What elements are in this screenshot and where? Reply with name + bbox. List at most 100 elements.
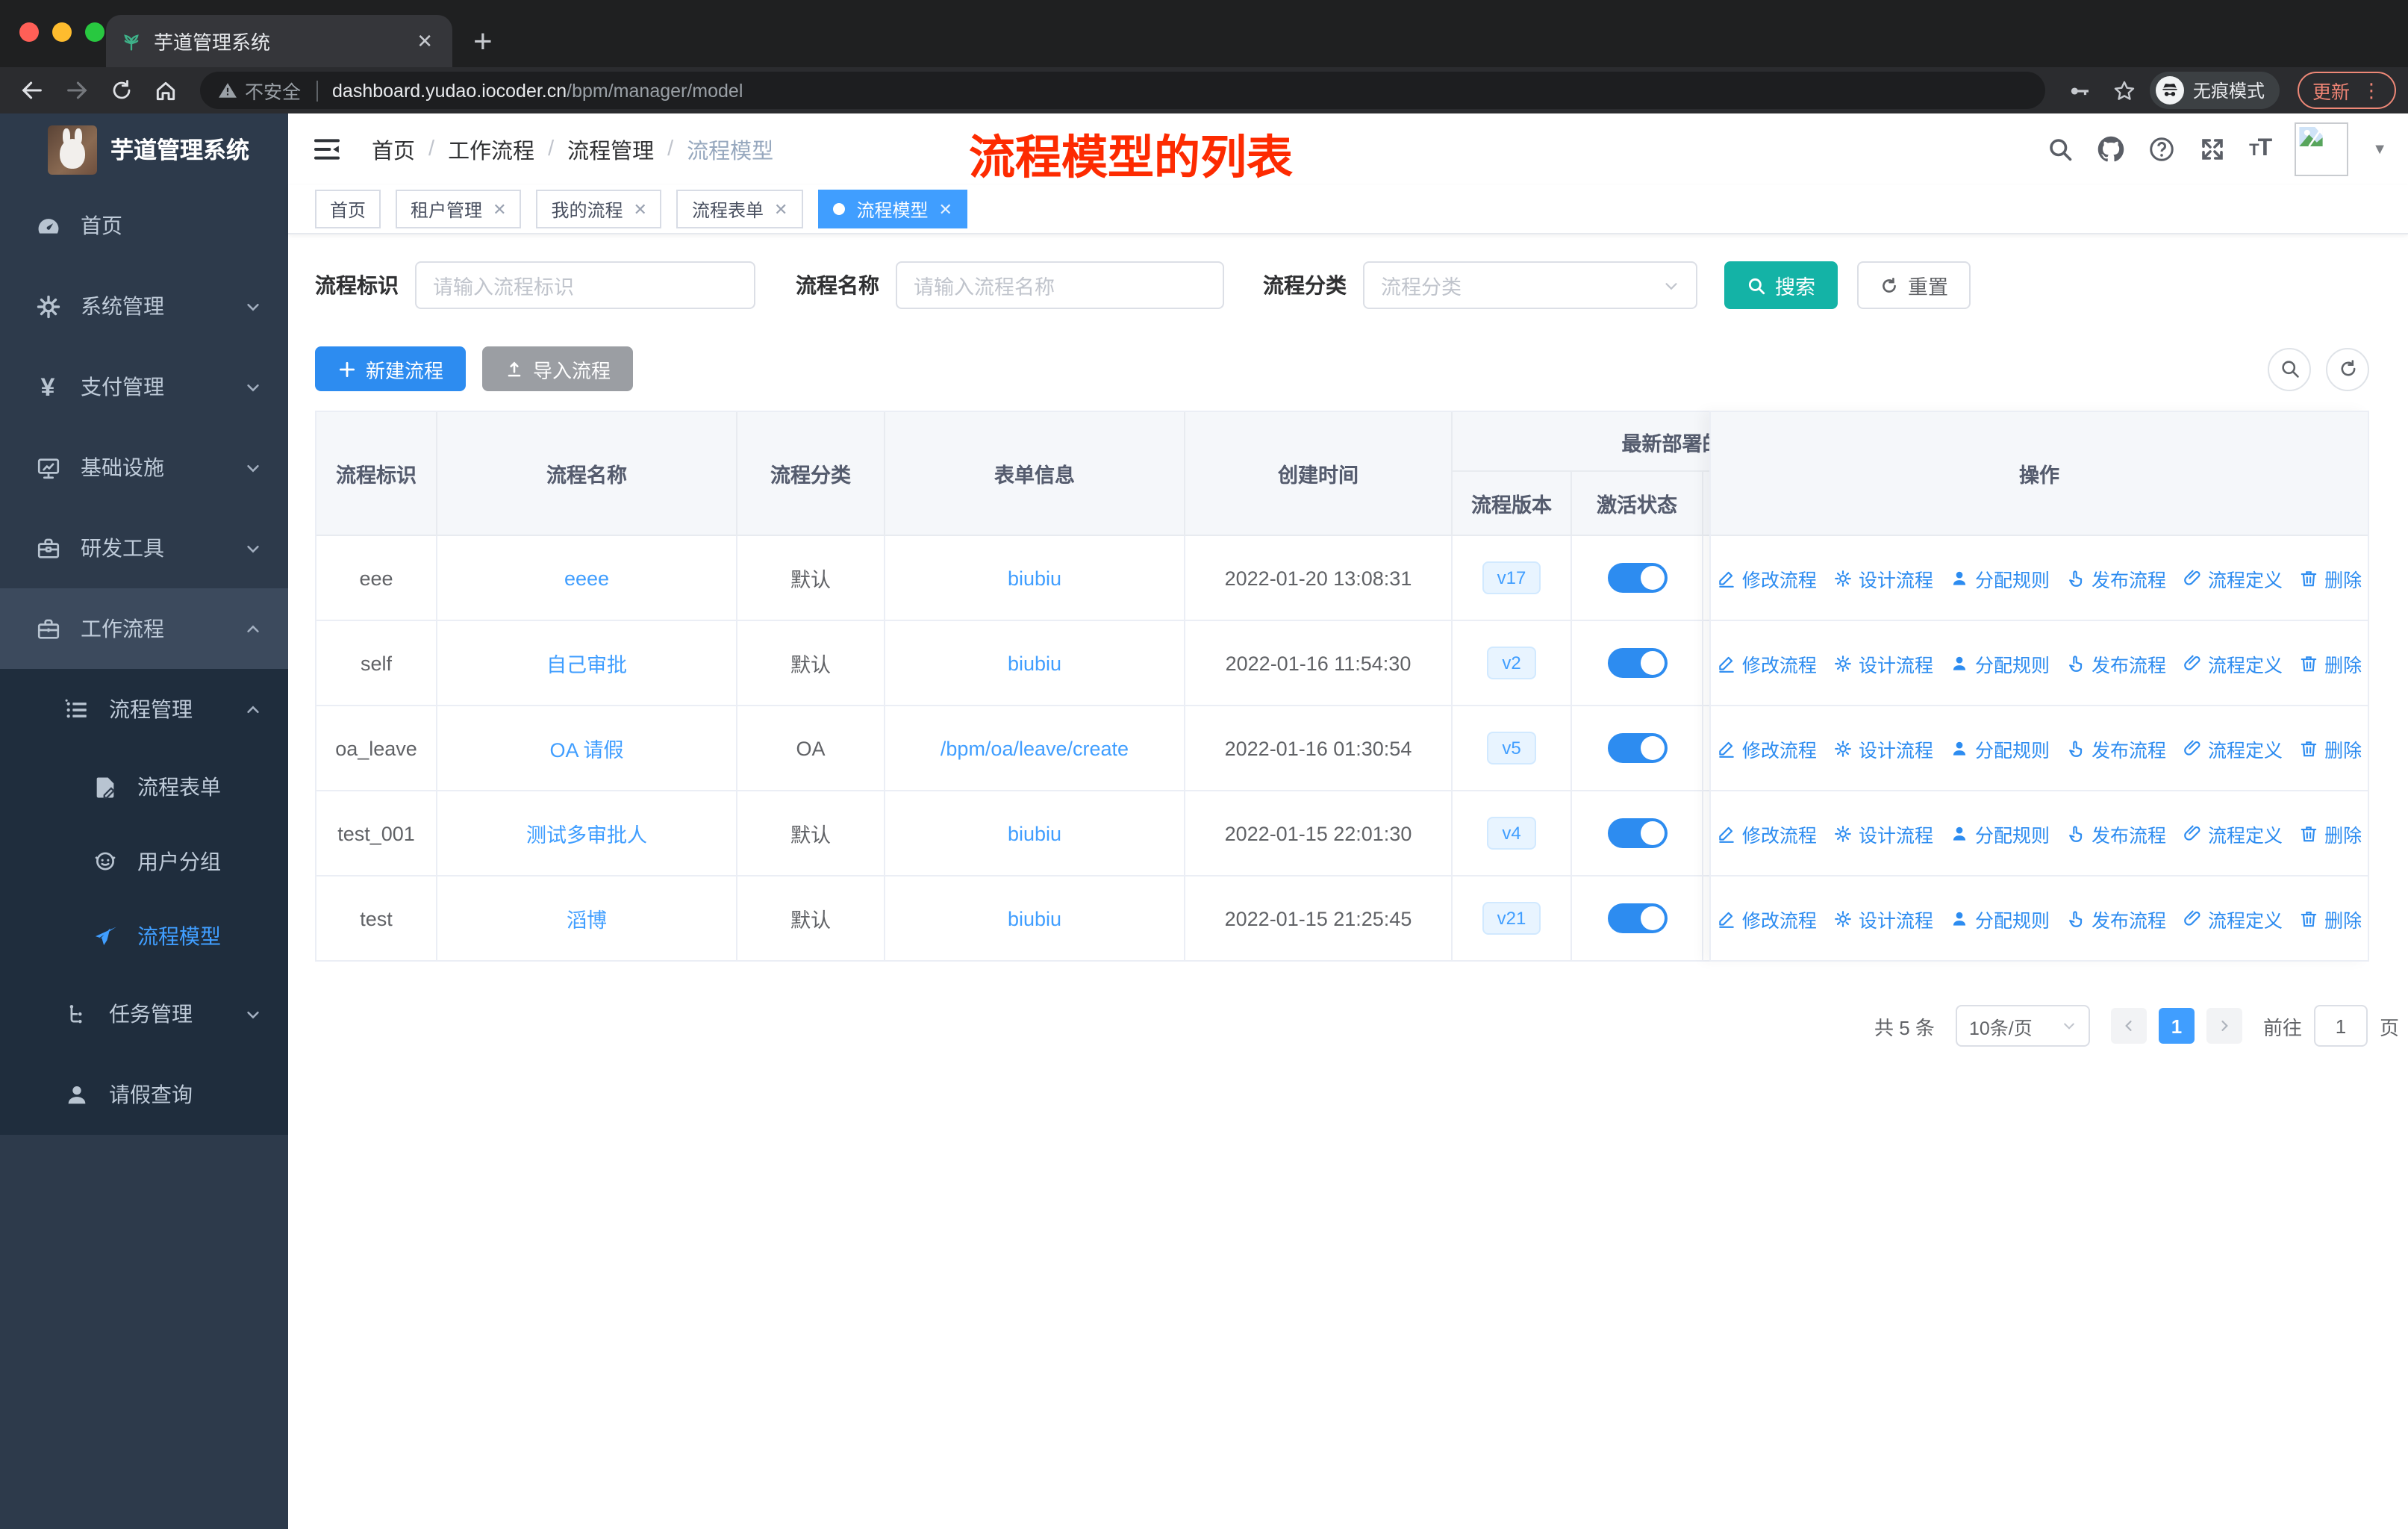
action-edit-link[interactable]: 修改流程 <box>1717 564 1817 592</box>
active-toggle[interactable] <box>1607 903 1667 933</box>
process-name-link[interactable]: eeee <box>564 567 609 589</box>
process-name-input[interactable]: 请输入流程名称 <box>896 261 1224 309</box>
action-design-gear-link[interactable]: 设计流程 <box>1833 564 1933 592</box>
action-publish-hand-link[interactable]: 发布流程 <box>2066 564 2166 592</box>
create-process-button[interactable]: 新建流程 <box>315 346 467 391</box>
process-id-input[interactable]: 请输入流程标识 <box>415 261 755 309</box>
tag-close-icon[interactable]: ✕ <box>774 199 787 219</box>
form-link[interactable]: /bpm/oa/leave/create <box>941 737 1129 759</box>
form-link[interactable]: biubiu <box>1008 822 1061 844</box>
refresh-table-button[interactable] <box>2326 347 2369 390</box>
fullscreen-icon[interactable] <box>2198 136 2225 163</box>
update-button[interactable]: 更新 ⋮ <box>2297 72 2396 109</box>
action-publish-hand-link[interactable]: 发布流程 <box>2066 734 2166 762</box>
process-name-link[interactable]: 自己审批 <box>546 648 627 678</box>
action-delete-trash-link[interactable]: 删除 <box>2299 904 2362 932</box>
search-button[interactable]: 搜索 <box>1724 261 1838 309</box>
tag-close-icon[interactable]: ✕ <box>938 199 952 219</box>
browser-tab[interactable]: 芋道管理系统 ✕ <box>106 15 452 67</box>
action-definition-clip-link[interactable]: 流程定义 <box>2183 564 2283 592</box>
action-definition-clip-link[interactable]: 流程定义 <box>2183 649 2283 677</box>
active-toggle[interactable] <box>1607 563 1667 593</box>
action-design-gear-link[interactable]: 设计流程 <box>1833 649 1933 677</box>
process-name-link[interactable]: OA 请假 <box>549 733 623 763</box>
tag-item[interactable]: 流程表单 ✕ <box>676 190 803 228</box>
action-assign-user-link[interactable]: 分配规则 <box>1950 819 2050 847</box>
security-warning[interactable]: 不安全 <box>218 76 301 105</box>
sidebar-item-task[interactable]: 任务管理 <box>0 974 288 1054</box>
current-page[interactable]: 1 <box>2158 1008 2195 1044</box>
action-publish-hand-link[interactable]: 发布流程 <box>2066 649 2166 677</box>
action-definition-clip-link[interactable]: 流程定义 <box>2183 734 2283 762</box>
action-publish-hand-link[interactable]: 发布流程 <box>2066 819 2166 847</box>
process-name-link[interactable]: 测试多审批人 <box>526 818 647 848</box>
action-assign-user-link[interactable]: 分配规则 <box>1950 904 2050 932</box>
close-window-button[interactable] <box>19 22 39 42</box>
forward-icon[interactable] <box>57 71 96 110</box>
form-link[interactable]: biubiu <box>1008 567 1061 589</box>
sidebar-item-monitor[interactable]: 基础设施 <box>0 427 288 508</box>
key-icon[interactable] <box>2068 78 2092 102</box>
sidebar-item-gear[interactable]: 系统管理 <box>0 266 288 346</box>
action-definition-clip-link[interactable]: 流程定义 <box>2183 819 2283 847</box>
tab-close-icon[interactable]: ✕ <box>412 29 437 53</box>
sidebar-item-group[interactable]: 用户分组 <box>0 824 288 899</box>
version-badge[interactable]: v21 <box>1482 902 1541 935</box>
tag-item[interactable]: 我的流程 ✕ <box>536 190 662 228</box>
tag-item[interactable]: 租户管理 ✕ <box>396 190 522 228</box>
font-size-icon[interactable]: TT <box>2249 136 2272 163</box>
process-category-select[interactable]: 流程分类 <box>1363 261 1697 309</box>
version-badge[interactable]: v5 <box>1487 732 1536 764</box>
bookmark-star-icon[interactable] <box>2112 78 2136 102</box>
action-delete-trash-link[interactable]: 删除 <box>2299 734 2362 762</box>
next-page-button[interactable] <box>2206 1008 2242 1044</box>
tag-item[interactable]: 首页 <box>315 190 381 228</box>
new-tab-button[interactable]: + <box>473 22 493 61</box>
form-link[interactable]: biubiu <box>1008 652 1061 674</box>
sidebar-item-dashboard[interactable]: 首页 <box>0 185 288 266</box>
active-toggle[interactable] <box>1607 733 1667 763</box>
sidebar-item-form[interactable]: 流程表单 <box>0 750 288 824</box>
sidebar-item-model[interactable]: 流程模型 <box>0 899 288 974</box>
collapse-sidebar-icon[interactable] <box>312 134 342 164</box>
action-delete-trash-link[interactable]: 删除 <box>2299 819 2362 847</box>
import-process-button[interactable]: 导入流程 <box>482 346 634 391</box>
zoom-window-button[interactable] <box>85 22 105 42</box>
action-definition-clip-link[interactable]: 流程定义 <box>2183 904 2283 932</box>
active-toggle[interactable] <box>1607 648 1667 678</box>
action-design-gear-link[interactable]: 设计流程 <box>1833 819 1933 847</box>
search-icon[interactable] <box>2046 136 2073 163</box>
action-edit-link[interactable]: 修改流程 <box>1717 904 1817 932</box>
avatar-caret-icon[interactable]: ▼ <box>2372 141 2387 158</box>
action-edit-link[interactable]: 修改流程 <box>1717 734 1817 762</box>
action-edit-link[interactable]: 修改流程 <box>1717 819 1817 847</box>
action-delete-trash-link[interactable]: 删除 <box>2299 649 2362 677</box>
show-search-toggle-button[interactable] <box>2268 347 2311 390</box>
action-publish-hand-link[interactable]: 发布流程 <box>2066 904 2166 932</box>
breadcrumb-process-mgmt[interactable]: 流程管理 <box>567 134 654 165</box>
prev-page-button[interactable] <box>2110 1008 2147 1044</box>
goto-page-input[interactable]: 1 <box>2313 1005 2368 1047</box>
browser-menu-icon[interactable]: ⋮ <box>2362 78 2381 102</box>
breadcrumb-workflow[interactable]: 工作流程 <box>448 134 534 165</box>
reset-button[interactable]: 重置 <box>1857 261 1971 309</box>
sidebar-item-briefcase[interactable]: 研发工具 <box>0 508 288 588</box>
sidebar-item-workflow[interactable]: 工作流程 <box>0 588 288 669</box>
tag-active[interactable]: 流程模型 ✕ <box>817 190 967 228</box>
process-name-link[interactable]: 滔博 <box>567 903 607 933</box>
avatar[interactable] <box>2295 122 2349 176</box>
url-bar[interactable]: 不安全 dashboard.yudao.iocoder.cn/bpm/manag… <box>200 72 2045 109</box>
github-icon[interactable] <box>2097 136 2124 163</box>
action-delete-trash-link[interactable]: 删除 <box>2299 564 2362 592</box>
sidebar-item-list[interactable]: 流程管理 <box>0 669 288 750</box>
tag-close-icon[interactable]: ✕ <box>493 199 506 219</box>
page-size-select[interactable]: 10条/页 <box>1955 1005 2090 1047</box>
form-link[interactable]: biubiu <box>1008 907 1061 929</box>
back-icon[interactable] <box>12 71 51 110</box>
action-design-gear-link[interactable]: 设计流程 <box>1833 904 1933 932</box>
home-icon[interactable] <box>146 71 185 110</box>
action-assign-user-link[interactable]: 分配规则 <box>1950 649 2050 677</box>
breadcrumb-home[interactable]: 首页 <box>372 134 415 165</box>
sidebar-logo-row[interactable]: 芋道管理系统 <box>0 113 288 185</box>
reload-icon[interactable] <box>102 71 140 110</box>
